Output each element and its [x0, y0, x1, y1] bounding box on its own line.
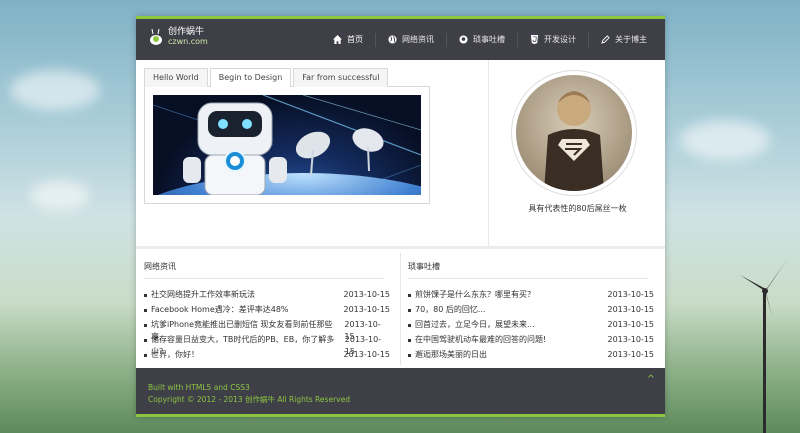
list-item[interactable]: 回首过去，立足今日，展望未来... 2013-10-15	[408, 319, 654, 334]
list-item[interactable]: Facebook Home遇冷：差评率达48% 2013-10-15	[144, 304, 390, 319]
article-lists: 网络资讯 社交网络提升工作效率新玩法 2013-10-15 Facebook Ho…	[136, 249, 665, 367]
site-header: 创作蜗牛 czwn.com 首页 网络资讯 琐事吐槽 开发设计 关于博主	[136, 16, 665, 60]
item-title[interactable]: 储存容量日益变大，TB时代后的PB、EB，你了解多少？	[151, 334, 345, 356]
html5-icon	[530, 35, 539, 44]
item-date: 2013-10-15	[344, 320, 381, 341]
main-section: Hello World Begin to Design Far from suc…	[136, 60, 665, 246]
item-title[interactable]: 在中国驾驶机动车最难的回答的问题!	[415, 334, 546, 349]
wind-turbine-graphic	[740, 260, 787, 433]
superman-kid-graphic	[544, 91, 604, 191]
list-item[interactable]: 社交网络提升工作效率新玩法 2013-10-15	[144, 289, 390, 304]
tab-begin-to-design[interactable]: Begin to Design	[209, 68, 292, 87]
list-item[interactable]: 邂逅那场美丽的日出 2013-10-15	[408, 349, 654, 364]
item-title[interactable]: Facebook Home遇冷：差评率达48%	[151, 304, 289, 319]
item-title[interactable]: 邂逅那场美丽的日出	[415, 349, 487, 364]
item-date: 2013-10-15	[607, 305, 655, 314]
list-item[interactable]: 煎饼馃子是什么东东？哪里有买？ 2013-10-15	[408, 289, 654, 304]
list-item[interactable]: 储存容量日益变大，TB时代后的PB、EB，你了解多少？ 2013-10-15	[144, 334, 390, 356]
item-date: 2013-10-15	[607, 335, 655, 344]
background-cloud	[10, 70, 100, 110]
pencil-icon	[601, 35, 610, 44]
footer-copyright: Copyright © 2012 - 2013 创作蜗牛 All Rights …	[148, 395, 350, 404]
site-footer: Built with HTML5 and CSS3 Copyright © 20…	[136, 368, 665, 417]
item-date: 2013-10-15	[344, 335, 382, 356]
item-date: 2013-10-15	[607, 320, 655, 329]
nav-item-label: 关于博主	[615, 35, 647, 44]
slider-tabs: Hello World Begin to Design Far from suc…	[144, 68, 481, 87]
snail-logo-icon	[150, 28, 162, 45]
avatar-frame	[511, 70, 637, 196]
globe-icon	[388, 35, 397, 44]
nav-item-gossip[interactable]: 琐事吐槽	[446, 32, 517, 47]
item-title[interactable]: 世界，你好！	[151, 349, 199, 364]
github-icon	[459, 35, 468, 44]
nav-item-label: 开发设计	[544, 35, 576, 44]
news-title: 网络资讯	[144, 249, 384, 279]
brand-name-en: czwn.com	[168, 37, 208, 46]
nav-item-home[interactable]: 首页	[321, 33, 375, 47]
brand-name-cn: 创作蜗牛	[168, 27, 205, 37]
nav-item-label: 首页	[347, 35, 363, 44]
item-date: 2013-10-15	[607, 350, 655, 359]
news-list: 社交网络提升工作效率新玩法 2013-10-15 Facebook Home遇冷：…	[144, 289, 397, 364]
home-icon	[333, 35, 342, 44]
column-separator	[400, 253, 401, 365]
site-container: 创作蜗牛 czwn.com 首页 网络资讯 琐事吐槽 开发设计 关于博主 Hel…	[136, 16, 665, 417]
item-date: 2013-10-15	[343, 305, 391, 314]
news-column: 网络资讯 社交网络提升工作效率新玩法 2013-10-15 Facebook Ho…	[144, 249, 397, 367]
site-logo[interactable]: 创作蜗牛 czwn.com	[148, 28, 208, 46]
gossip-list: 煎饼馃子是什么东东？哪里有买？ 2013-10-15 70，80 后的回忆... 2…	[408, 289, 661, 364]
profile-caption: 具有代表性的80后屌丝一枚	[528, 204, 627, 213]
item-date: 2013-10-15	[607, 290, 655, 299]
item-date: 2013-10-15	[343, 290, 391, 299]
profile-sidebar: 具有代表性的80后屌丝一枚	[488, 60, 666, 246]
banner-frame	[144, 86, 430, 204]
footer-text: Built with HTML5 and CSS3 Copyright © 20…	[148, 382, 350, 406]
avatar	[516, 75, 632, 191]
item-date: 2013-10-15	[343, 350, 391, 359]
nav-item-about[interactable]: 关于博主	[588, 32, 659, 47]
list-item[interactable]: 坑爹iPhone竟能推出已删短信 现女友看到前任那些事... 2013-10-15	[144, 319, 390, 341]
list-item[interactable]: 世界，你好！ 2013-10-15	[144, 349, 390, 364]
background-cloud	[30, 180, 90, 210]
main-nav: 首页 网络资讯 琐事吐槽 开发设计 关于博主	[321, 19, 659, 60]
gossip-column: 琐事吐槽 煎饼馃子是什么东东？哪里有买？ 2013-10-15 70，80 后的回…	[408, 249, 661, 367]
list-item[interactable]: 70，80 后的回忆... 2013-10-15	[408, 304, 654, 319]
slider-panel: Hello World Begin to Design Far from suc…	[144, 68, 481, 204]
item-title[interactable]: 回首过去，立足今日，展望未来...	[415, 319, 535, 334]
background-cloud	[680, 120, 770, 160]
item-title[interactable]: 煎饼馃子是什么东东？哪里有买？	[415, 289, 535, 304]
item-title[interactable]: 70，80 后的回忆...	[415, 304, 486, 319]
nav-item-dev[interactable]: 开发设计	[517, 32, 588, 47]
banner-image	[153, 95, 421, 195]
gossip-title: 琐事吐槽	[408, 249, 648, 279]
back-to-top-button[interactable]: ^	[647, 374, 655, 385]
list-item[interactable]: 在中国驾驶机动车最难的回答的问题! 2013-10-15	[408, 334, 654, 349]
item-title[interactable]: 坑爹iPhone竟能推出已删短信 现女友看到前任那些事...	[151, 319, 344, 341]
tab-hello-world[interactable]: Hello World	[144, 68, 208, 87]
nav-item-label: 琐事吐槽	[473, 35, 505, 44]
footer-built-with: Built with HTML5 and CSS3	[148, 383, 250, 392]
item-title[interactable]: 社交网络提升工作效率新玩法	[151, 289, 255, 304]
nav-item-label: 网络资讯	[402, 35, 434, 44]
tab-far-from-successful[interactable]: Far from successful	[293, 68, 389, 87]
nav-item-news[interactable]: 网络资讯	[375, 32, 446, 47]
robot-banner-graphic	[153, 95, 421, 195]
